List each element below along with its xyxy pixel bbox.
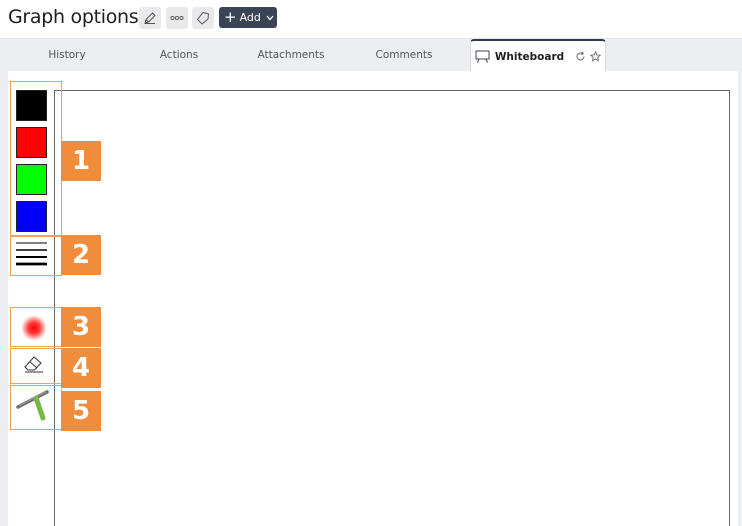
- color-swatch-black[interactable]: [16, 90, 47, 121]
- callout-3: 3: [61, 307, 101, 347]
- page-title: Graph options: [8, 6, 139, 28]
- tab-actions[interactable]: Actions: [134, 39, 224, 71]
- callout-5: 5: [61, 391, 101, 431]
- tab-label: History: [48, 49, 86, 61]
- tag-icon: [196, 11, 210, 25]
- refresh-icon[interactable]: [575, 51, 586, 62]
- tab-bar: History Actions Attachments Comments Whi…: [0, 38, 742, 72]
- color-swatch-blue[interactable]: [16, 201, 47, 232]
- tab-label: Whiteboard: [494, 50, 565, 63]
- brush-icon: [21, 315, 47, 341]
- whiteboard-icon: [475, 50, 490, 63]
- line-width-tool[interactable]: [15, 238, 48, 268]
- clear-tool[interactable]: [15, 388, 53, 426]
- add-button-label: Add: [239, 11, 261, 24]
- callout-1: 1: [61, 141, 101, 181]
- tab-whiteboard[interactable]: Whiteboard: [470, 39, 606, 72]
- callout-4: 4: [61, 348, 101, 388]
- tab-comments[interactable]: Comments: [359, 39, 449, 71]
- eraser-tool[interactable]: [22, 352, 46, 374]
- color-swatch-red[interactable]: [16, 127, 47, 158]
- tab-label: Actions: [159, 49, 199, 61]
- color-swatch-green[interactable]: [16, 164, 47, 195]
- tab-history[interactable]: History: [22, 39, 112, 71]
- tag-button[interactable]: [192, 7, 214, 29]
- plus-icon: +: [224, 8, 237, 26]
- more-options-button[interactable]: [166, 7, 188, 29]
- left-gutter: [0, 71, 8, 526]
- tab-attachments[interactable]: Attachments: [246, 39, 336, 71]
- add-button[interactable]: + Add: [219, 7, 277, 28]
- star-icon[interactable]: [590, 51, 602, 62]
- right-gutter: [738, 71, 742, 526]
- whiteboard-canvas[interactable]: [54, 90, 730, 526]
- chevron-down-icon: [266, 15, 274, 20]
- more-icon: [170, 15, 184, 21]
- tab-label: Attachments: [257, 49, 325, 61]
- pencil-icon: [144, 12, 156, 24]
- line-width-icon: [16, 242, 47, 266]
- tab-label: Comments: [375, 49, 433, 61]
- eraser-icon: [24, 356, 43, 373]
- squeegee-icon: [16, 390, 49, 421]
- brush-tool[interactable]: [18, 312, 50, 344]
- callout-2: 2: [61, 235, 101, 275]
- page-header: Graph options + Add: [0, 0, 742, 38]
- edit-button[interactable]: [139, 7, 161, 29]
